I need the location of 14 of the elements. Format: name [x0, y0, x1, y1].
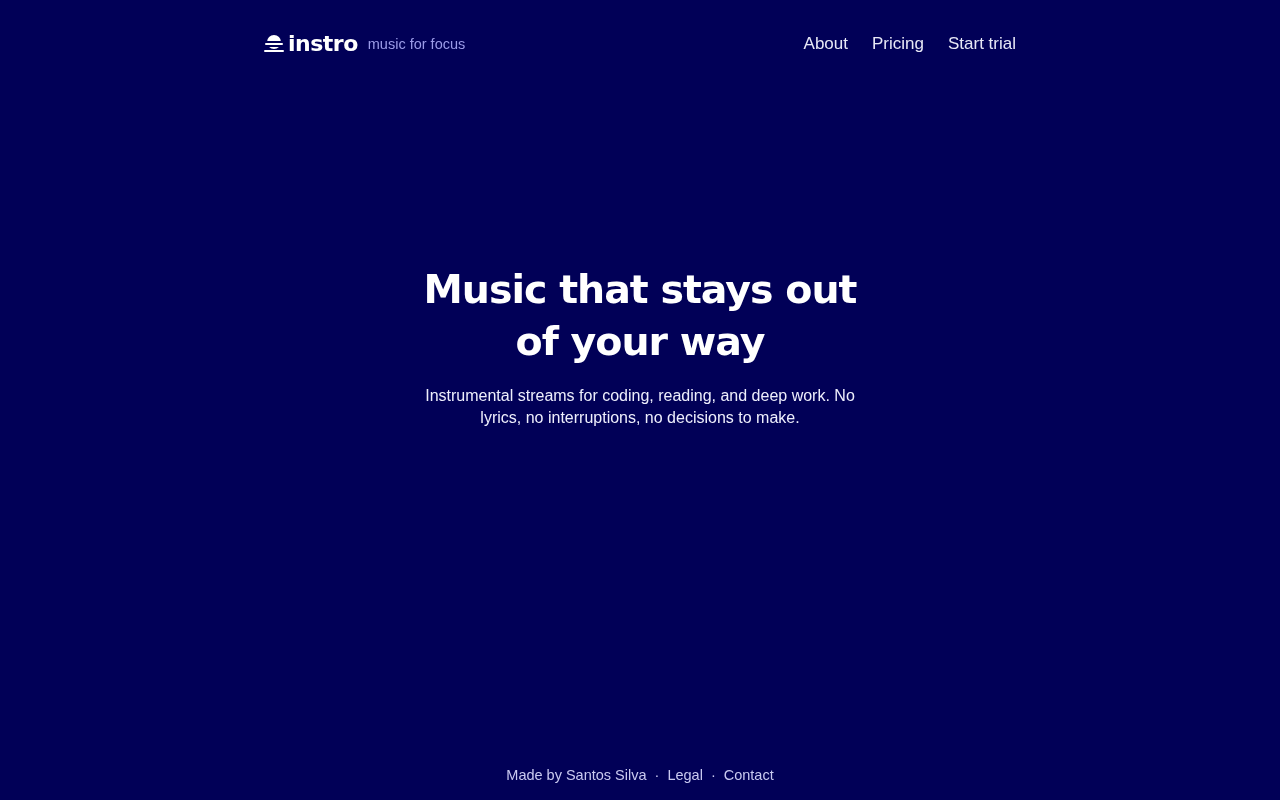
- nav-link[interactable]: Start trial: [947, 34, 1016, 54]
- nav-link[interactable]: Pricing: [872, 34, 924, 54]
- sunset-logo-icon: [264, 34, 284, 54]
- hero-subtitle: Instrumental streams for coding, reading, and deep work. No lyrics, no interruptions, no decisions to make.: [424, 386, 856, 428]
- footer-link[interactable]: Contact: [723, 766, 774, 784]
- logo-link[interactable]: instro: [264, 31, 358, 57]
- nav-link[interactable]: About: [803, 34, 848, 54]
- footer-credit: Made by Santos Silva: [506, 766, 647, 784]
- tagline: music for focus: [367, 36, 466, 52]
- separator-dot: ·: [654, 766, 660, 784]
- hero-heading: Music that stays out of your way: [422, 265, 858, 366]
- brand-name: instro: [288, 31, 358, 57]
- separator-dot: ·: [710, 766, 716, 784]
- footer-link[interactable]: Legal: [667, 766, 703, 784]
